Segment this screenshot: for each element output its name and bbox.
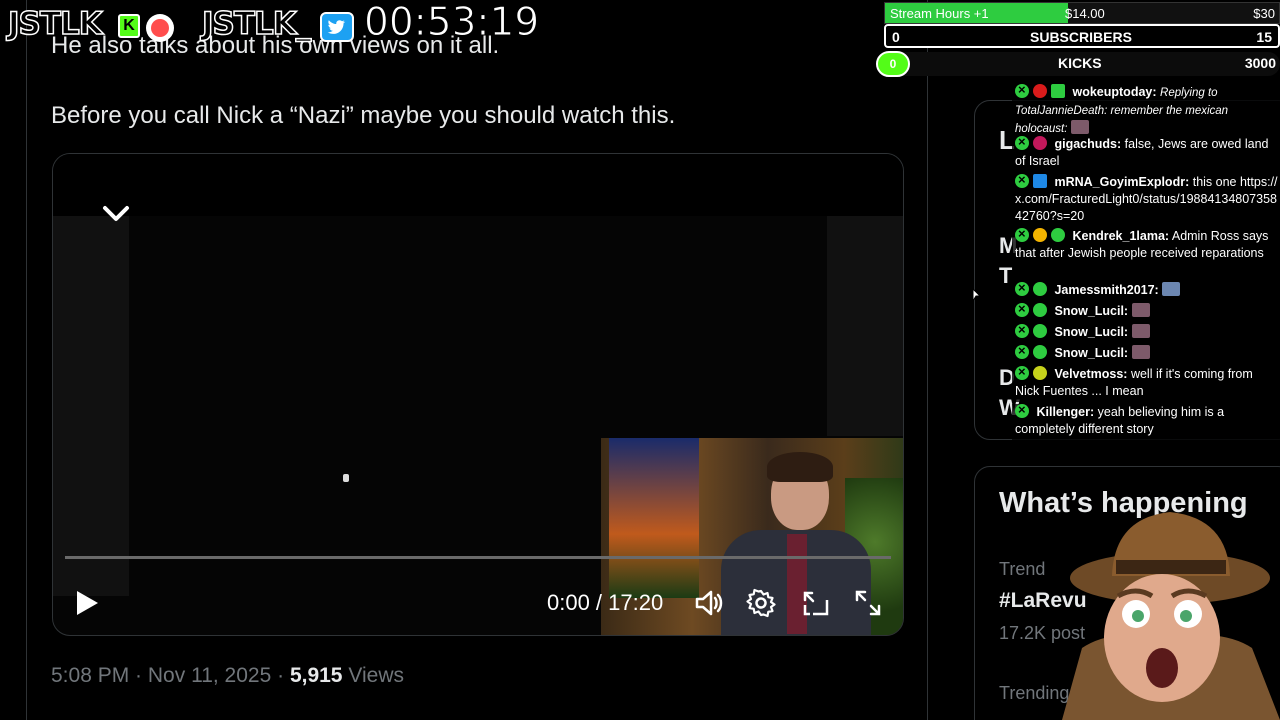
chat-username: Kendrek_1lama: <box>1072 229 1170 243</box>
chat-username: Velvetmoss: <box>1054 367 1128 381</box>
emote-icon <box>1131 324 1150 338</box>
video-time: 0:00 / 17:20 <box>547 590 664 615</box>
stream-timer: 00:53:19 <box>363 0 540 46</box>
chat-message: Kendrek_1lama: Admin Ross says that afte… <box>1012 225 1280 280</box>
badge-icon <box>1033 84 1047 98</box>
streamer-avatar <box>1052 498 1280 720</box>
moderator-icon <box>1015 321 1029 338</box>
stream-goal-bar: Stream Hours +1 $14.00 $30 <box>884 2 1280 24</box>
fullscreen-icon[interactable] <box>853 588 883 618</box>
tweet-time[interactable]: 5:08 PM <box>51 664 129 687</box>
goal-amount: $14.00 <box>1065 6 1105 21</box>
subscribers-goal: 15 <box>1256 29 1272 45</box>
chat-message: gigachuds: false, Jews are owed land of … <box>1012 133 1280 172</box>
video-letterbox-right <box>827 216 903 436</box>
video-controls: 0:00 / 17:20 <box>53 584 903 624</box>
mouse-cursor <box>343 474 349 482</box>
trend-category: Trend <box>999 559 1046 579</box>
goal-label: Stream Hours +1 <box>890 6 989 21</box>
badge-icon <box>1051 84 1065 98</box>
kick-icon: K <box>118 14 140 38</box>
badge-icon <box>1033 228 1047 242</box>
badge-icon <box>1033 345 1047 359</box>
kicks-bar: 0 KICKS 3000 <box>876 51 1280 77</box>
chat-message: Snow_Lucil: <box>1012 300 1280 323</box>
badge-icon <box>1033 366 1047 380</box>
video-letterbox-left <box>53 216 129 596</box>
chat-overlay: wokeuptoday: Replying to TotalJannieDeat… <box>1012 81 1280 440</box>
chat-username: Snow_Lucil: <box>1054 346 1129 360</box>
chat-message: Killenger: yeah believing him is a compl… <box>1012 401 1280 440</box>
kicks-current: 0 <box>876 51 910 77</box>
tweet-views-count: 5,915 <box>289 664 343 687</box>
video-player[interactable]: 0:00 / 17:20 <box>52 153 904 636</box>
moderator-icon <box>1015 342 1029 359</box>
inset-building <box>609 438 699 598</box>
tweet-column: He also talks about his own views on it … <box>26 0 928 720</box>
moderator-icon <box>1015 171 1029 188</box>
emote-icon <box>1131 345 1150 359</box>
chat-message: mRNA_GoyimExplodr: this one https://x.co… <box>1012 171 1280 226</box>
chat-message: Jamessmith2017: <box>1012 279 1280 302</box>
record-icon <box>146 14 174 42</box>
subscribers-current: 0 <box>892 29 900 45</box>
chat-username: Jamessmith2017: <box>1054 283 1159 297</box>
goal-target: $30 <box>1253 6 1275 21</box>
settings-icon[interactable] <box>746 588 776 618</box>
inset-person-hair <box>767 452 833 482</box>
badge-icon <box>1033 174 1047 188</box>
moderator-icon <box>1015 279 1029 296</box>
twitter-icon <box>320 12 354 42</box>
badge-icon <box>1033 303 1047 317</box>
badge-icon <box>1033 282 1047 296</box>
subscribers-bar: 0 SUBSCRIBERS 15 <box>884 24 1280 48</box>
tweet-text: Before you call Nick a “Nazi” maybe you … <box>51 102 676 129</box>
chevron-down-icon[interactable] <box>101 204 131 224</box>
moderator-icon <box>1015 225 1029 242</box>
subscribers-label: SUBSCRIBERS <box>1030 29 1132 45</box>
moderator-icon <box>1015 133 1029 150</box>
chat-username: Snow_Lucil: <box>1054 304 1129 318</box>
moderator-icon <box>1015 363 1029 380</box>
chat-username: gigachuds: <box>1054 137 1122 151</box>
chat-username: Snow_Lucil: <box>1054 325 1129 339</box>
chat-message: Snow_Lucil: <box>1012 342 1280 365</box>
emote-icon <box>1131 303 1150 317</box>
tweet-date[interactable]: Nov 11, 2025 <box>148 664 271 687</box>
kicks-goal: 3000 <box>1244 55 1276 71</box>
play-icon[interactable] <box>75 590 99 616</box>
badge-icon <box>1033 324 1047 338</box>
stream-logo-left: JSTLK <box>7 5 103 43</box>
mouse-cursor-arrow <box>972 287 982 303</box>
moderator-icon <box>1015 300 1029 317</box>
sidebar-card-letter: T <box>999 263 1013 288</box>
chat-text: well if it's coming from Nick Fuentes ..… <box>1015 367 1253 398</box>
chat-message: Velvetmoss: well if it's coming from Nic… <box>1012 363 1280 402</box>
tweet-meta: 5:08 PM · Nov 11, 2025 · 5,915 Views <box>51 664 404 687</box>
moderator-icon <box>1015 401 1029 418</box>
emote-icon <box>1070 120 1089 134</box>
pip-icon[interactable] <box>801 588 831 618</box>
chat-username: wokeuptoday: <box>1072 85 1157 99</box>
moderator-icon <box>1015 81 1029 98</box>
volume-icon[interactable] <box>693 588 723 618</box>
video-top-band <box>53 154 903 216</box>
kicks-label: KICKS <box>1058 55 1102 71</box>
badge-icon <box>1051 228 1065 242</box>
chat-message: wokeuptoday: Replying to TotalJannieDeat… <box>1012 81 1280 136</box>
emote-icon <box>1162 282 1181 296</box>
chat-message: Snow_Lucil: <box>1012 321 1280 344</box>
tweet-views-label: Views <box>348 664 404 687</box>
chat-username: Killenger: <box>1036 405 1095 419</box>
stream-logo-right: JSTLK_ <box>201 5 312 43</box>
chat-username: mRNA_GoyimExplodr: <box>1054 175 1190 189</box>
badge-icon <box>1033 136 1047 150</box>
video-progress-bar[interactable] <box>65 556 891 559</box>
